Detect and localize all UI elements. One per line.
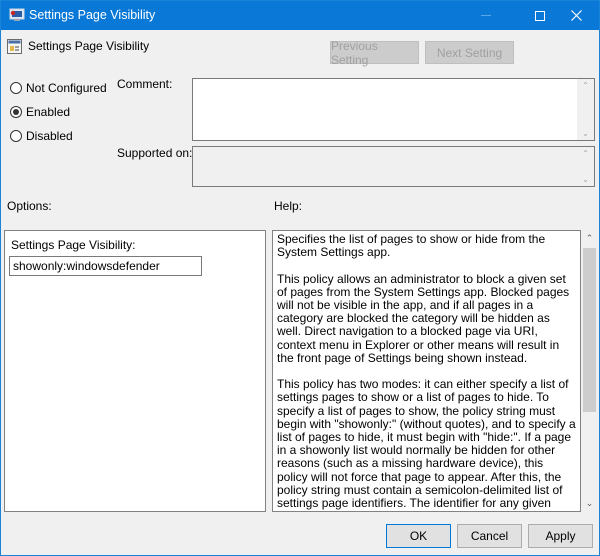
radio-circle-checked[interactable] bbox=[10, 106, 22, 118]
radio-enabled[interactable]: Enabled bbox=[10, 105, 70, 119]
radio-disabled[interactable]: Disabled bbox=[10, 129, 73, 143]
policy-title: Settings Page Visibility bbox=[28, 39, 150, 53]
minimize-icon bbox=[480, 15, 491, 16]
apply-button[interactable]: Apply bbox=[528, 524, 593, 548]
radio-label: Not Configured bbox=[26, 81, 107, 95]
radio-label: Enabled bbox=[26, 105, 71, 119]
minimize-button[interactable] bbox=[463, 1, 508, 30]
help-text: Specifies the list of pages to show or h… bbox=[277, 232, 577, 511]
options-panel: Settings Page Visibility: bbox=[4, 230, 266, 512]
close-icon bbox=[571, 10, 582, 21]
supported-on-field: ⌃ ⌄ bbox=[192, 146, 595, 187]
help-label: Help: bbox=[274, 199, 303, 213]
help-paragraph: This policy allows an administrator to b… bbox=[277, 271, 570, 365]
policy-dialog: Settings Page Visibility Settings Page V… bbox=[0, 0, 600, 556]
close-button[interactable] bbox=[554, 1, 599, 30]
scroll-down-icon[interactable]: ⌄ bbox=[577, 175, 594, 184]
previous-setting-button[interactable]: Previous Setting bbox=[330, 39, 419, 67]
next-setting-button[interactable]: Next Setting bbox=[425, 41, 514, 64]
comment-scrollbar[interactable]: ⌃ ⌄ bbox=[577, 79, 594, 140]
settings-visibility-input[interactable] bbox=[9, 256, 202, 276]
title-bar[interactable]: Settings Page Visibility bbox=[1, 1, 599, 30]
ok-button[interactable]: OK bbox=[386, 524, 451, 548]
settings-visibility-label: Settings Page Visibility: bbox=[11, 238, 136, 252]
radio-label: Disabled bbox=[26, 129, 73, 143]
policy-setting-icon bbox=[7, 39, 22, 54]
supported-on-label: Supported on: bbox=[117, 146, 193, 160]
scroll-up-icon[interactable]: ⌃ bbox=[577, 149, 594, 158]
scroll-down-icon[interactable]: ⌄ bbox=[577, 129, 594, 138]
scroll-thumb[interactable] bbox=[583, 248, 596, 412]
supported-scrollbar[interactable]: ⌃ ⌄ bbox=[577, 147, 594, 186]
comment-textarea[interactable]: ⌃ ⌄ bbox=[192, 78, 595, 141]
comment-label: Comment: bbox=[117, 77, 173, 91]
help-paragraph: This policy has two modes: it can either… bbox=[277, 377, 576, 511]
window-title: Settings Page Visibility bbox=[29, 8, 156, 22]
scroll-up-icon[interactable]: ⌃ bbox=[581, 233, 598, 244]
help-panel: Specifies the list of pages to show or h… bbox=[272, 230, 581, 512]
maximize-icon bbox=[534, 10, 545, 21]
scroll-down-icon[interactable]: ⌄ bbox=[581, 498, 598, 509]
options-label: Options: bbox=[7, 199, 52, 213]
radio-not-configured[interactable]: Not Configured bbox=[10, 81, 107, 95]
cancel-button[interactable]: Cancel bbox=[457, 524, 522, 548]
scroll-up-icon[interactable]: ⌃ bbox=[577, 81, 594, 90]
radio-circle[interactable] bbox=[10, 82, 22, 94]
help-scrollbar[interactable]: ⌃ ⌄ bbox=[581, 230, 598, 512]
radio-circle[interactable] bbox=[10, 130, 22, 142]
group-policy-icon bbox=[9, 8, 25, 21]
help-paragraph: Specifies the list of pages to show or h… bbox=[277, 232, 546, 260]
